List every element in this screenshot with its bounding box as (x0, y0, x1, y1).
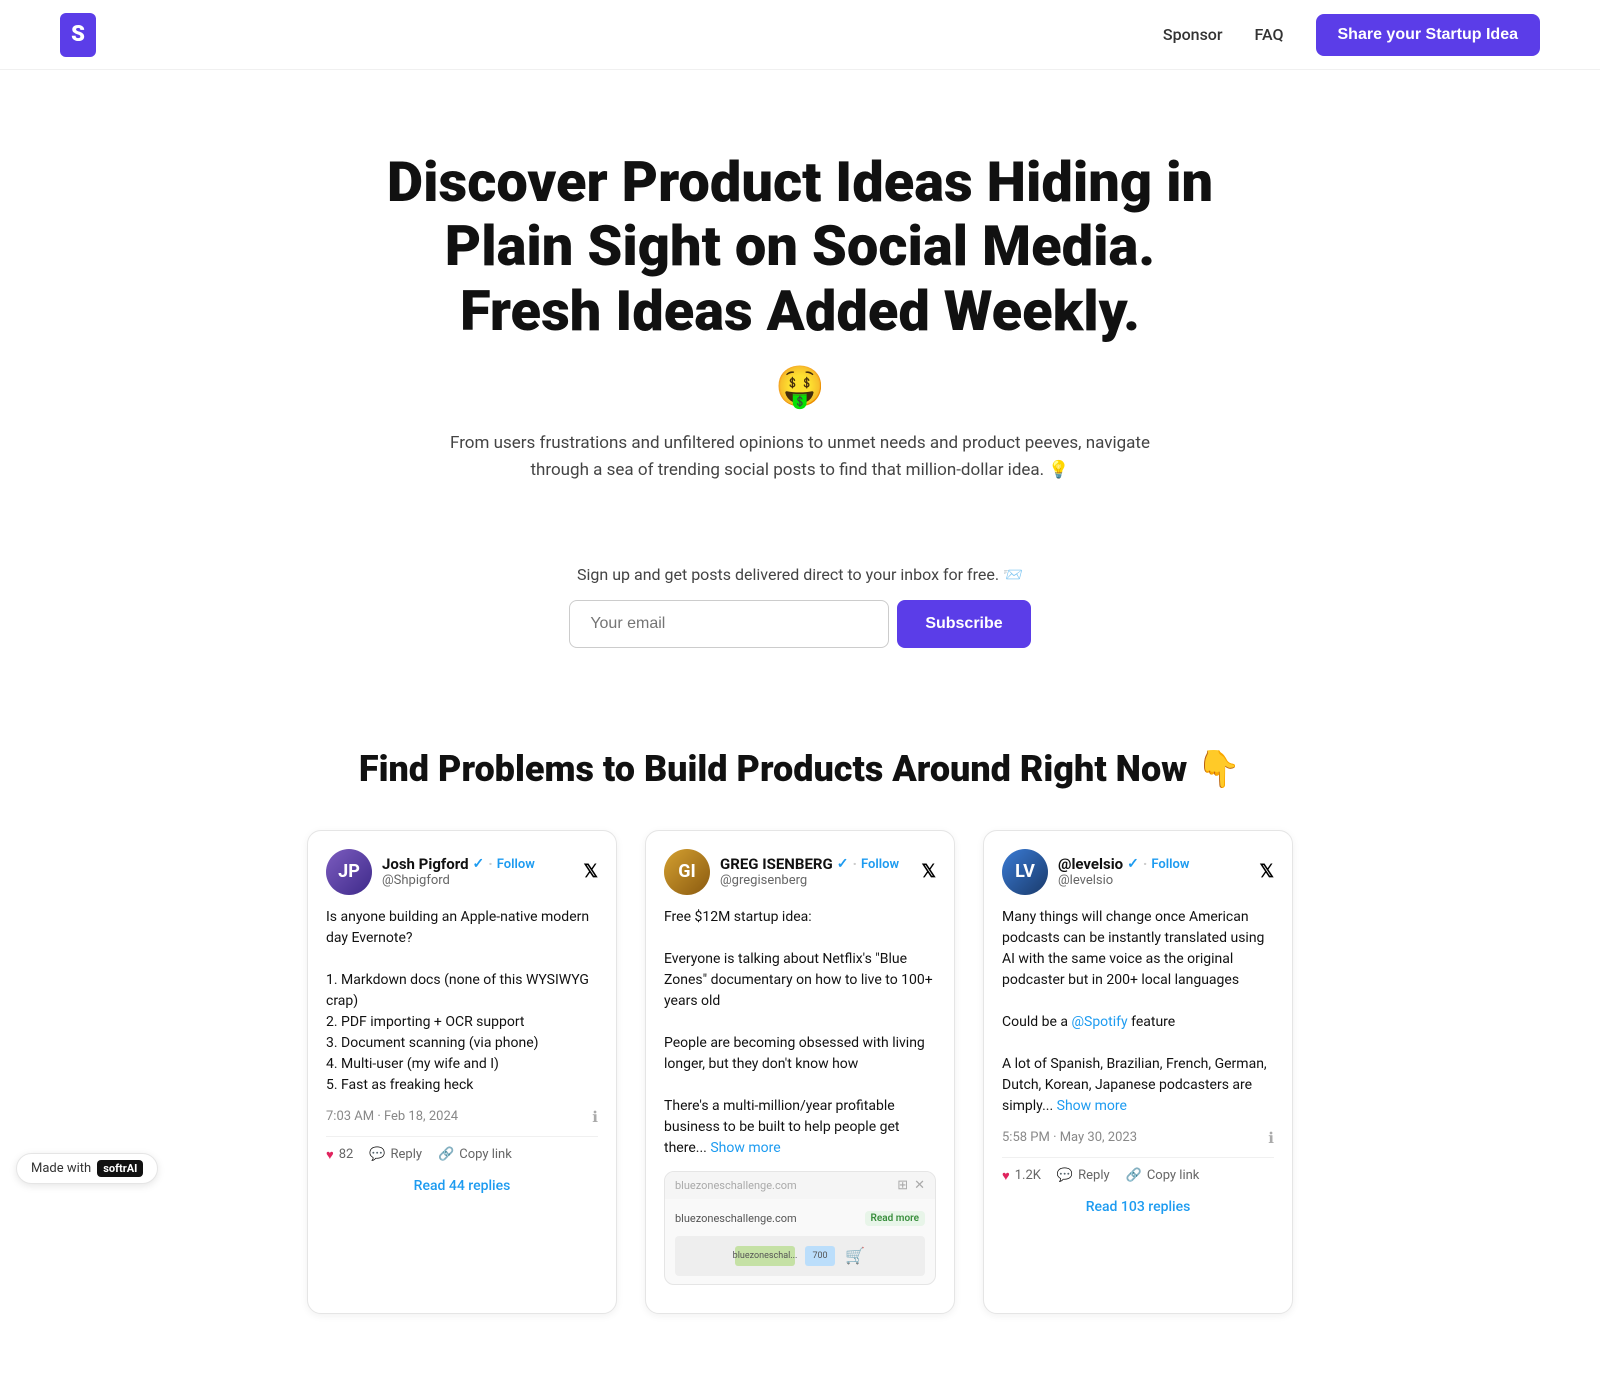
preview-bar-graphic: bluezoneschal... 700 🛒 (675, 1236, 925, 1276)
info-icon-2: ℹ (1268, 1129, 1274, 1147)
link-icon-2: 🔗 (1126, 1168, 1142, 1183)
copy-link-action-2[interactable]: 🔗 Copy link (1126, 1168, 1200, 1183)
hero-section: Discover Product Ideas Hiding in Plain S… (0, 70, 1600, 525)
tweet-card-2: LV @levelsio ✓ · Follow @levelsio 𝕏 Many… (983, 830, 1293, 1314)
navbar: S Sponsor FAQ Share your Startup Idea (0, 0, 1600, 70)
preview-grid-icon: ⊞ (897, 1178, 908, 1193)
tweet-user-0: JP Josh Pigford ✓ · Follow @Shpigford (326, 849, 535, 895)
preview-url-1: bluezoneschallenge.com (675, 1179, 797, 1192)
avatar-0: JP (326, 849, 372, 895)
share-idea-button[interactable]: Share your Startup Idea (1316, 14, 1541, 56)
comment-icon-2: 💬 (1057, 1168, 1073, 1183)
user-name-2: @levelsio ✓ · Follow (1058, 855, 1190, 873)
copy-link-action-0[interactable]: 🔗 Copy link (438, 1147, 512, 1162)
read-replies-0[interactable]: Read 44 replies (326, 1163, 598, 1198)
tweet-header-0: JP Josh Pigford ✓ · Follow @Shpigford 𝕏 (326, 849, 598, 895)
tweet-card-0: JP Josh Pigford ✓ · Follow @Shpigford 𝕏 … (307, 830, 617, 1314)
comment-icon-0: 💬 (369, 1147, 385, 1162)
avatar-1: GI (664, 849, 710, 895)
verified-icon-1: ✓ (837, 856, 849, 872)
hero-title: Discover Product Ideas Hiding in Plain S… (370, 150, 1230, 343)
user-handle-1: @gregisenberg (720, 873, 899, 888)
show-more-2[interactable]: Show more (1057, 1098, 1127, 1114)
tweet-body-2: Many things will change once American po… (1002, 907, 1274, 1117)
preview-label-1: bluezoneschallenge.com (675, 1212, 797, 1225)
follow-link-2[interactable]: Follow (1151, 857, 1189, 872)
tweet-timestamp-2: 5:58 PM · May 30, 2023 ℹ (1002, 1129, 1274, 1147)
email-input[interactable] (569, 600, 889, 648)
preview-bar-1: bluezoneschallenge.com ⊞ ✕ (665, 1172, 935, 1199)
hero-subtitle: From users frustrations and unfiltered o… (450, 430, 1150, 484)
tweet-image-preview-1: bluezoneschallenge.com ⊞ ✕ bluezoneschal… (664, 1171, 936, 1285)
show-more-1[interactable]: Show more (710, 1140, 780, 1156)
user-info-0: Josh Pigford ✓ · Follow @Shpigford (382, 855, 535, 888)
tweet-header-1: GI GREG ISENBERG ✓ · Follow @gregisenber… (664, 849, 936, 895)
user-name-1: GREG ISENBERG ✓ · Follow (720, 855, 899, 873)
tweet-actions-0: ♥ 82 💬 Reply 🔗 Copy link (326, 1136, 598, 1163)
reply-action-2[interactable]: 💬 Reply (1057, 1168, 1110, 1183)
problems-title: Find Problems to Build Products Around R… (40, 748, 1560, 790)
logo[interactable]: S (60, 13, 96, 57)
faq-link[interactable]: FAQ (1255, 25, 1284, 44)
tweet-actions-2: ♥ 1.2K 💬 Reply 🔗 Copy link (1002, 1157, 1274, 1184)
problems-section-header: Find Problems to Build Products Around R… (0, 688, 1600, 830)
link-icon-0: 🔗 (438, 1147, 454, 1162)
user-handle-0: @Shpigford (382, 873, 535, 888)
user-info-1: GREG ISENBERG ✓ · Follow @gregisenberg (720, 855, 899, 888)
logo-icon: S (60, 13, 96, 57)
heart-icon-2: ♥ (1002, 1168, 1010, 1184)
signup-form: Subscribe (0, 600, 1600, 648)
preview-close-icon[interactable]: ✕ (914, 1178, 925, 1193)
x-logo-1: 𝕏 (921, 861, 936, 882)
read-replies-2[interactable]: Read 103 replies (1002, 1184, 1274, 1219)
x-logo-0: 𝕏 (583, 861, 598, 882)
made-with-label: Made with (31, 1161, 91, 1176)
follow-link-1[interactable]: Follow (861, 857, 899, 872)
tweet-header-2: LV @levelsio ✓ · Follow @levelsio 𝕏 (1002, 849, 1274, 895)
preview-tag-1[interactable]: Read more (865, 1211, 925, 1226)
preview-cart-icon: 🛒 (845, 1246, 865, 1265)
tweet-card-1: GI GREG ISENBERG ✓ · Follow @gregisenber… (645, 830, 955, 1314)
preview-body-1: bluezoneschallenge.com Read more bluezon… (665, 1199, 935, 1284)
follow-link-0[interactable]: Follow (497, 857, 535, 872)
reply-action-0[interactable]: 💬 Reply (369, 1147, 422, 1162)
read-replies-link-2[interactable]: Read 103 replies (1086, 1199, 1191, 1215)
heart-icon-0: ♥ (326, 1147, 334, 1163)
tweet-body-1: Free $12M startup idea: Everyone is talk… (664, 907, 936, 1159)
preview-row-1: bluezoneschallenge.com Read more (675, 1207, 925, 1230)
nav-links: Sponsor FAQ Share your Startup Idea (1163, 14, 1540, 56)
signup-label: Sign up and get posts delivered direct t… (0, 565, 1600, 584)
read-replies-link-0[interactable]: Read 44 replies (414, 1178, 511, 1194)
tweet-timestamp-0: 7:03 AM · Feb 18, 2024 ℹ (326, 1108, 598, 1126)
info-icon-0: ℹ (592, 1108, 598, 1126)
user-name-0: Josh Pigford ✓ · Follow (382, 855, 535, 873)
like-action-0[interactable]: ♥ 82 (326, 1147, 353, 1163)
tweet-user-1: GI GREG ISENBERG ✓ · Follow @gregisenber… (664, 849, 899, 895)
tweet-body-0: Is anyone building an Apple-native moder… (326, 907, 598, 1096)
x-logo-2: 𝕏 (1259, 861, 1274, 882)
tweet-user-2: LV @levelsio ✓ · Follow @levelsio (1002, 849, 1190, 895)
made-with-badge: Made with softrAI (16, 1153, 158, 1184)
tweet-cards-row: JP Josh Pigford ✓ · Follow @Shpigford 𝕏 … (0, 830, 1600, 1374)
softr-logo: softrAI (97, 1160, 143, 1177)
user-info-2: @levelsio ✓ · Follow @levelsio (1058, 855, 1190, 888)
avatar-2: LV (1002, 849, 1048, 895)
user-handle-2: @levelsio (1058, 873, 1190, 888)
signup-section: Sign up and get posts delivered direct t… (0, 565, 1600, 648)
verified-icon-2: ✓ (1127, 856, 1139, 872)
subscribe-button[interactable]: Subscribe (897, 600, 1030, 648)
verified-icon-0: ✓ (473, 856, 485, 872)
like-action-2[interactable]: ♥ 1.2K (1002, 1168, 1041, 1184)
hero-emoji: 🤑 (40, 363, 1560, 410)
sponsor-link[interactable]: Sponsor (1163, 25, 1223, 44)
